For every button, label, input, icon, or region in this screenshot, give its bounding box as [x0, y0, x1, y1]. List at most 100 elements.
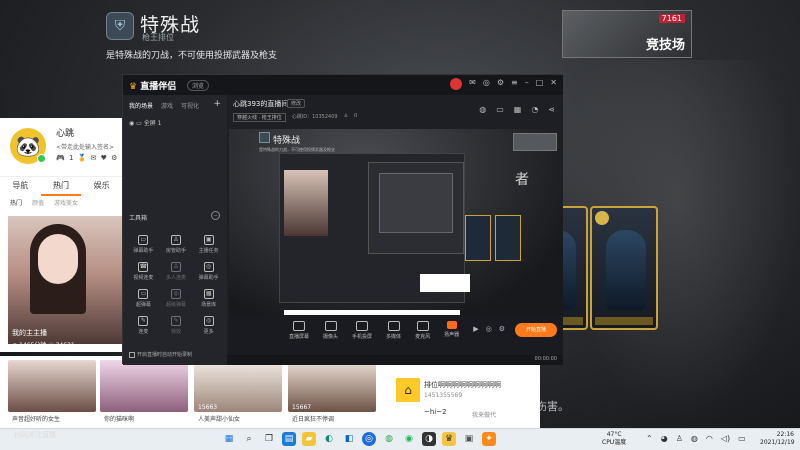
game-icon[interactable]: ✦	[482, 432, 496, 446]
subtab-hot[interactable]: 热门	[10, 196, 22, 212]
edge-icon[interactable]: ◐	[322, 432, 336, 446]
notification-icon[interactable]: ◔	[531, 105, 538, 114]
toolbox-item[interactable]: ◎ 更多	[192, 316, 225, 335]
screenshot-icon[interactable]: ▭	[496, 105, 504, 114]
toolbox-item[interactable]: ✎ 特效	[160, 316, 193, 335]
app-titlebar: ♛ 直播伴侣 浏览 ✉ ◎ ⚙ ≡ – □ ✕	[123, 75, 563, 95]
start-windows-icon[interactable]: ▦	[222, 432, 236, 446]
toolbox-item[interactable]: ▣ 主播任务	[192, 235, 225, 254]
effects-icon[interactable]: ◎	[486, 325, 492, 333]
music-icon[interactable]: ◉	[402, 432, 416, 446]
settings-icon[interactable]: ⚙	[499, 325, 505, 333]
toolbox-item[interactable]: ◎ 弹幕助手	[192, 262, 225, 281]
share-icon[interactable]: ⋖	[548, 105, 555, 114]
home-icon[interactable]: ⌂	[396, 378, 420, 402]
live-card[interactable]: 我的主主播 ◎ 1465分钟 ♡ 34631	[0, 212, 122, 352]
tab-my-scenes[interactable]: 我的场景	[129, 101, 153, 110]
cpu-temp-label: CPU温度	[602, 439, 627, 446]
tab-entertainment[interactable]: 娱乐	[81, 177, 122, 196]
toolbox-item[interactable]: ♙ 多人连麦	[160, 262, 193, 281]
message-icon[interactable]: ✉	[469, 78, 476, 90]
clock[interactable]: 22:16 2021/12/19	[760, 431, 795, 447]
auto-record-option[interactable]: 开启直播时自动开始录制	[129, 351, 192, 358]
toolbox-item-icon: ▭	[138, 289, 149, 299]
media-label: 多媒体	[386, 334, 402, 340]
chevron-up-icon[interactable]: ⌃	[646, 434, 653, 443]
toolbox-title: 工具箱	[129, 215, 148, 222]
minimize-icon[interactable]: –	[525, 78, 529, 90]
tab-hot[interactable]: 热门	[40, 177, 82, 196]
character-card[interactable]	[590, 206, 658, 330]
subtab-looks[interactable]: 颜值	[32, 196, 44, 212]
toolbox-item[interactable]: ☎ 视频连麦	[127, 262, 160, 281]
app-version-badge[interactable]: 浏览	[187, 80, 210, 91]
tray-app-icon[interactable]: ◍	[691, 434, 698, 443]
room-meta: 穿越火线 · 枪王排位 心跳ID：10352409 ♙ 0	[233, 113, 357, 122]
edit-room-button[interactable]: 修改	[287, 99, 306, 108]
wechat-icon[interactable]: ◍	[382, 432, 396, 446]
profile-icon-row[interactable]: 🎮 1 🏅 ✉ ♥ ⚙	[56, 154, 118, 162]
live-card-stats: ◎ 1465分钟 ♡ 34631	[12, 342, 75, 349]
microphone-button[interactable]: 麦克风	[415, 321, 430, 340]
tab-games[interactable]: 游戏	[161, 101, 173, 110]
stream-thumbnail[interactable]	[100, 360, 188, 412]
camera-button[interactable]: 摄像头	[323, 321, 338, 340]
tray-app-icon[interactable]: ♙	[676, 434, 683, 443]
media-icon	[387, 321, 400, 331]
nested-upload-panel	[420, 274, 470, 292]
file-explorer-icon[interactable]: ▰	[302, 432, 316, 446]
toolbox-item[interactable]: ▦ 场景库	[192, 289, 225, 308]
toolbox-item[interactable]: ▭ 弹幕助手	[127, 235, 160, 254]
volume-icon[interactable]: ◁)	[721, 434, 730, 443]
app-icon[interactable]: ▣	[462, 432, 476, 446]
checkbox-icon[interactable]	[129, 351, 135, 358]
scene-item[interactable]: ◉ ▭ 全屏 1	[123, 110, 227, 135]
tab-nav[interactable]: 导航	[0, 177, 41, 196]
browser-icon[interactable]: ◎	[362, 432, 376, 446]
add-scene-icon[interactable]: +	[213, 100, 221, 110]
screen-capture-button[interactable]: 直播屏幕	[289, 321, 309, 340]
toolbox-item[interactable]: ✎ 连麦	[127, 316, 160, 335]
speaker-button[interactable]: 扬声器	[444, 321, 459, 340]
room-category[interactable]: 穿越火线 · 枪王排位	[233, 113, 286, 122]
subtab-game-girls[interactable]: 游戏美女	[54, 196, 78, 212]
toolbox-item[interactable]: ◎ 超级弹幕	[160, 289, 193, 308]
settings-icon[interactable]: ⚙	[497, 78, 504, 90]
toolbox-collapse-icon[interactable]: −	[211, 211, 220, 220]
toolbox-item[interactable]: ♙ 房管助手	[160, 235, 193, 254]
skin-icon[interactable]: ◎	[483, 78, 490, 90]
obs-icon[interactable]: ◑	[422, 432, 436, 446]
maximize-icon[interactable]: □	[536, 78, 544, 90]
battery-icon[interactable]: ▭	[738, 434, 746, 443]
tray-app-icon[interactable]: ◕	[661, 434, 668, 443]
store-icon[interactable]: ▤	[282, 432, 296, 446]
eye-icon[interactable]: ◉ ▭	[129, 120, 144, 127]
preview-card	[495, 215, 521, 261]
wifi-icon[interactable]: ◠	[706, 434, 713, 443]
media-button[interactable]: 多媒体	[386, 321, 401, 340]
toolbox-item-icon: ◎	[170, 289, 181, 299]
video-icon[interactable]: ▶	[473, 325, 478, 333]
tab-visual[interactable]: 可视化	[181, 101, 199, 110]
stream-thumbnail[interactable]	[8, 360, 96, 412]
thumbnail-caption: 声音超好听的女生	[12, 416, 61, 423]
cpu-temperature[interactable]: 47°C CPU温度	[602, 431, 626, 447]
task-view-icon[interactable]: ❐	[262, 432, 276, 446]
profile-signature[interactable]: <带走此处输入签名>	[56, 142, 114, 151]
ms-store-icon[interactable]: ◧	[342, 432, 356, 446]
toolbox-item[interactable]: ▭ 超弹幕	[127, 289, 160, 308]
toolbox-item-icon: ▭	[138, 235, 149, 245]
search-icon[interactable]: ⌕	[242, 432, 256, 446]
live-companion-icon[interactable]: ♛	[442, 432, 456, 446]
arena-thumbnail[interactable]: 7161 竞技场	[562, 10, 692, 58]
close-icon[interactable]: ✕	[550, 78, 557, 90]
account-avatar[interactable]	[450, 78, 463, 90]
record-icon[interactable]: ◍	[479, 105, 486, 114]
menu-icon[interactable]: ≡	[511, 78, 518, 90]
layout-icon[interactable]: ▦	[514, 105, 522, 114]
go-live-button[interactable]: 开始直播	[515, 323, 557, 337]
room-id: 心跳ID：10352409	[291, 114, 338, 120]
microphone-label: 麦克风	[415, 334, 431, 340]
phone-cast-button[interactable]: 手机投屏	[352, 321, 372, 340]
stream-preview[interactable]: 特殊战 是特殊战的刀战，不可使用投掷武器及枪支 者	[229, 129, 563, 315]
